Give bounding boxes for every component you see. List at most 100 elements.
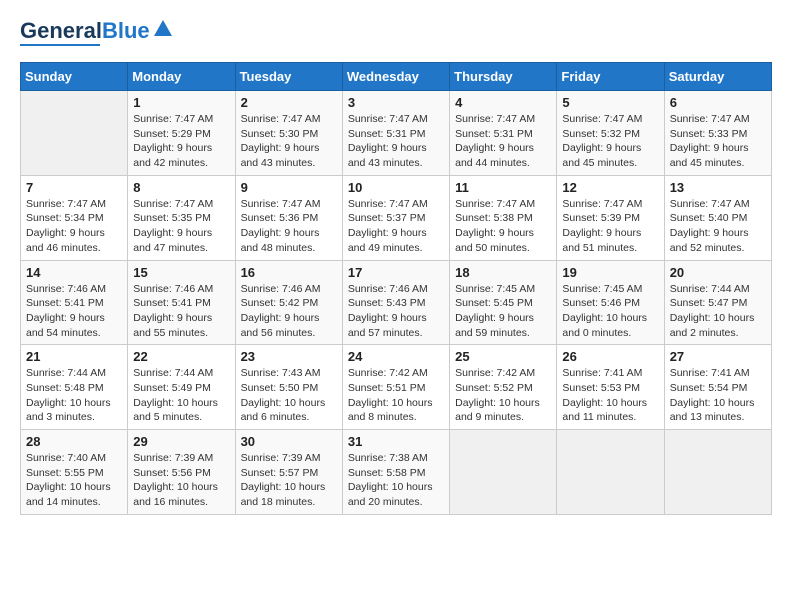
day-number: 28 <box>26 434 122 449</box>
logo-icon <box>152 18 174 40</box>
calendar-cell: 17Sunrise: 7:46 AM Sunset: 5:43 PM Dayli… <box>342 260 449 345</box>
calendar-cell: 19 Sunrise: 7:45 AM Sunset: 5:46 PM Dayli… <box>557 260 664 345</box>
day-number: 18 <box>455 265 551 280</box>
day-number: 3 <box>348 95 444 110</box>
day-number: 25 <box>455 349 551 364</box>
day-info: Sunrise: 7:39 AM Sunset: 5:56 PM Dayligh… <box>133 451 229 510</box>
day-number: 9 <box>241 180 337 195</box>
day-header-friday: Friday <box>557 63 664 91</box>
logo: GeneralBlue <box>20 20 174 46</box>
day-number: 31 <box>348 434 444 449</box>
day-number: 30 <box>241 434 337 449</box>
calendar-cell: 22 Sunrise: 7:44 AM Sunset: 5:49 PM Dayli… <box>128 345 235 430</box>
day-number: 26 <box>562 349 658 364</box>
calendar-cell: 31 Sunrise: 7:38 AM Sunset: 5:58 PM Dayli… <box>342 430 449 515</box>
day-info: Sunrise: 7:45 AM Sunset: 5:45 PM Dayligh… <box>455 282 551 341</box>
calendar-cell: 6 Sunrise: 7:47 AM Sunset: 5:33 PM Daylig… <box>664 91 771 176</box>
calendar-body: 1 Sunrise: 7:47 AM Sunset: 5:29 PM Daylig… <box>21 91 772 515</box>
day-number: 2 <box>241 95 337 110</box>
day-info: Sunrise: 7:47 AM Sunset: 5:33 PM Dayligh… <box>670 112 766 171</box>
day-info: Sunrise: 7:47 AM Sunset: 5:38 PM Dayligh… <box>455 197 551 256</box>
calendar-cell <box>21 91 128 176</box>
day-info: Sunrise: 7:46 AM Sunset: 5:42 PM Dayligh… <box>241 282 337 341</box>
calendar-cell: 28 Sunrise: 7:40 AM Sunset: 5:55 PM Dayli… <box>21 430 128 515</box>
calendar-cell <box>557 430 664 515</box>
day-number: 14 <box>26 265 122 280</box>
calendar-header-row: SundayMondayTuesdayWednesdayThursdayFrid… <box>21 63 772 91</box>
day-number: 16 <box>241 265 337 280</box>
day-number: 4 <box>455 95 551 110</box>
calendar-cell: 12Sunrise: 7:47 AM Sunset: 5:39 PM Dayli… <box>557 175 664 260</box>
calendar-week-row: 21 Sunrise: 7:44 AM Sunset: 5:48 PM Dayli… <box>21 345 772 430</box>
day-number: 19 <box>562 265 658 280</box>
day-info: Sunrise: 7:44 AM Sunset: 5:48 PM Dayligh… <box>26 366 122 425</box>
day-info: Sunrise: 7:46 AM Sunset: 5:41 PM Dayligh… <box>133 282 229 341</box>
calendar-cell: 8Sunrise: 7:47 AM Sunset: 5:35 PM Daylig… <box>128 175 235 260</box>
day-info: Sunrise: 7:47 AM Sunset: 5:29 PM Dayligh… <box>133 112 229 171</box>
calendar-cell: 3 Sunrise: 7:47 AM Sunset: 5:31 PM Daylig… <box>342 91 449 176</box>
calendar-cell <box>450 430 557 515</box>
calendar-cell: 24 Sunrise: 7:42 AM Sunset: 5:51 PM Dayli… <box>342 345 449 430</box>
day-info: Sunrise: 7:47 AM Sunset: 5:40 PM Dayligh… <box>670 197 766 256</box>
calendar-cell: 5Sunrise: 7:47 AM Sunset: 5:32 PM Daylig… <box>557 91 664 176</box>
day-number: 29 <box>133 434 229 449</box>
calendar-cell <box>664 430 771 515</box>
day-info: Sunrise: 7:44 AM Sunset: 5:47 PM Dayligh… <box>670 282 766 341</box>
day-header-tuesday: Tuesday <box>235 63 342 91</box>
calendar-cell: 16 Sunrise: 7:46 AM Sunset: 5:42 PM Dayli… <box>235 260 342 345</box>
day-number: 22 <box>133 349 229 364</box>
day-info: Sunrise: 7:47 AM Sunset: 5:30 PM Dayligh… <box>241 112 337 171</box>
logo-text: GeneralBlue <box>20 20 150 42</box>
calendar-cell: 27Sunrise: 7:41 AM Sunset: 5:54 PM Dayli… <box>664 345 771 430</box>
day-info: Sunrise: 7:40 AM Sunset: 5:55 PM Dayligh… <box>26 451 122 510</box>
calendar-cell: 29 Sunrise: 7:39 AM Sunset: 5:56 PM Dayli… <box>128 430 235 515</box>
day-info: Sunrise: 7:47 AM Sunset: 5:35 PM Dayligh… <box>133 197 229 256</box>
day-number: 24 <box>348 349 444 364</box>
day-info: Sunrise: 7:43 AM Sunset: 5:50 PM Dayligh… <box>241 366 337 425</box>
day-info: Sunrise: 7:47 AM Sunset: 5:31 PM Dayligh… <box>348 112 444 171</box>
day-info: Sunrise: 7:42 AM Sunset: 5:52 PM Dayligh… <box>455 366 551 425</box>
calendar-cell: 14Sunrise: 7:46 AM Sunset: 5:41 PM Dayli… <box>21 260 128 345</box>
day-info: Sunrise: 7:41 AM Sunset: 5:53 PM Dayligh… <box>562 366 658 425</box>
day-header-monday: Monday <box>128 63 235 91</box>
calendar-cell: 2 Sunrise: 7:47 AM Sunset: 5:30 PM Daylig… <box>235 91 342 176</box>
day-info: Sunrise: 7:38 AM Sunset: 5:58 PM Dayligh… <box>348 451 444 510</box>
day-number: 27 <box>670 349 766 364</box>
day-header-sunday: Sunday <box>21 63 128 91</box>
calendar-cell: 10 Sunrise: 7:47 AM Sunset: 5:37 PM Dayli… <box>342 175 449 260</box>
day-number: 6 <box>670 95 766 110</box>
day-info: Sunrise: 7:47 AM Sunset: 5:36 PM Dayligh… <box>241 197 337 256</box>
calendar-cell: 25 Sunrise: 7:42 AM Sunset: 5:52 PM Dayli… <box>450 345 557 430</box>
day-info: Sunrise: 7:47 AM Sunset: 5:31 PM Dayligh… <box>455 112 551 171</box>
day-header-wednesday: Wednesday <box>342 63 449 91</box>
day-info: Sunrise: 7:44 AM Sunset: 5:49 PM Dayligh… <box>133 366 229 425</box>
day-number: 13 <box>670 180 766 195</box>
day-info: Sunrise: 7:47 AM Sunset: 5:37 PM Dayligh… <box>348 197 444 256</box>
day-info: Sunrise: 7:42 AM Sunset: 5:51 PM Dayligh… <box>348 366 444 425</box>
day-header-thursday: Thursday <box>450 63 557 91</box>
calendar-cell: 30 Sunrise: 7:39 AM Sunset: 5:57 PM Dayli… <box>235 430 342 515</box>
calendar-week-row: 14 Sunrise: 7:46 AM Sunset: 5:41 PM Dayli… <box>21 260 772 345</box>
day-info: Sunrise: 7:46 AM Sunset: 5:43 PM Dayligh… <box>348 282 444 341</box>
day-info: Sunrise: 7:47 AM Sunset: 5:39 PM Dayligh… <box>562 197 658 256</box>
calendar-cell: 21 Sunrise: 7:44 AM Sunset: 5:48 PM Dayli… <box>21 345 128 430</box>
calendar-cell: 23Sunrise: 7:43 AM Sunset: 5:50 PM Dayli… <box>235 345 342 430</box>
calendar-week-row: 28 Sunrise: 7:40 AM Sunset: 5:55 PM Dayli… <box>21 430 772 515</box>
day-info: Sunrise: 7:47 AM Sunset: 5:34 PM Dayligh… <box>26 197 122 256</box>
day-number: 10 <box>348 180 444 195</box>
day-number: 1 <box>133 95 229 110</box>
calendar-cell: 7Sunrise: 7:47 AM Sunset: 5:34 PM Daylig… <box>21 175 128 260</box>
day-info: Sunrise: 7:45 AM Sunset: 5:46 PM Dayligh… <box>562 282 658 341</box>
calendar-week-row: 1 Sunrise: 7:47 AM Sunset: 5:29 PM Daylig… <box>21 91 772 176</box>
calendar-cell: 20Sunrise: 7:44 AM Sunset: 5:47 PM Dayli… <box>664 260 771 345</box>
calendar-cell: 26 Sunrise: 7:41 AM Sunset: 5:53 PM Dayli… <box>557 345 664 430</box>
day-number: 5 <box>562 95 658 110</box>
day-number: 11 <box>455 180 551 195</box>
day-number: 21 <box>26 349 122 364</box>
calendar-cell: 4 Sunrise: 7:47 AM Sunset: 5:31 PM Daylig… <box>450 91 557 176</box>
calendar-cell: 11 Sunrise: 7:47 AM Sunset: 5:38 PM Dayli… <box>450 175 557 260</box>
calendar-cell: 13 Sunrise: 7:47 AM Sunset: 5:40 PM Dayli… <box>664 175 771 260</box>
calendar-cell: 9 Sunrise: 7:47 AM Sunset: 5:36 PM Daylig… <box>235 175 342 260</box>
day-header-saturday: Saturday <box>664 63 771 91</box>
day-info: Sunrise: 7:39 AM Sunset: 5:57 PM Dayligh… <box>241 451 337 510</box>
